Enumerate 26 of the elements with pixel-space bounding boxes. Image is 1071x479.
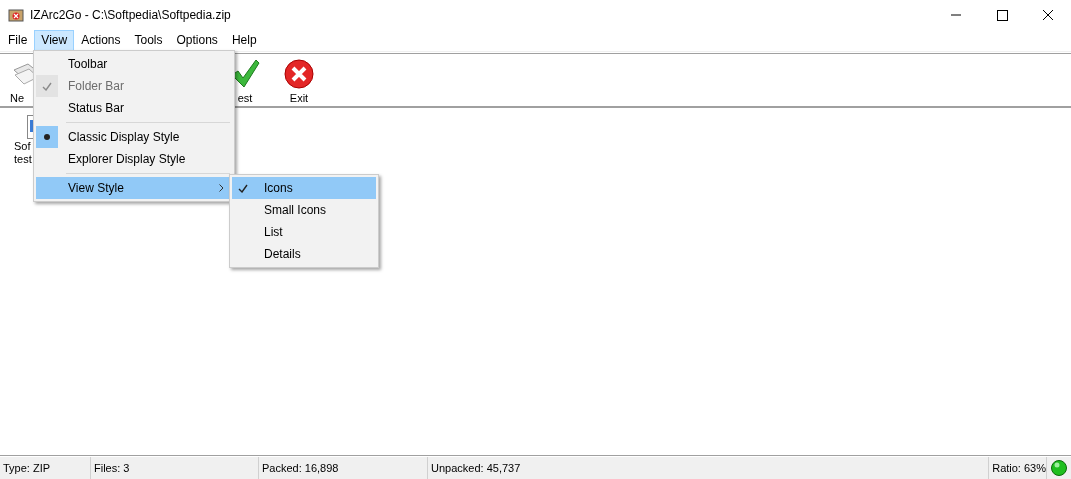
status-field: Packed: 16,898 xyxy=(259,457,428,479)
menu-item[interactable]: Classic Display Style xyxy=(36,126,232,148)
app-icon xyxy=(8,8,24,22)
menu-item[interactable]: Help xyxy=(224,30,264,51)
status-field: Type: ZIP xyxy=(0,457,91,479)
status-light-icon xyxy=(1051,460,1067,476)
toolbar-button[interactable]: Exit xyxy=(272,54,326,106)
file-name: test xyxy=(14,153,32,166)
menu-item[interactable]: File xyxy=(1,30,35,51)
status-field: Ratio: 63% xyxy=(989,457,1047,479)
menu-item[interactable]: List xyxy=(232,221,376,243)
menu-item[interactable]: Tools xyxy=(127,30,170,51)
menu-item[interactable]: Small Icons xyxy=(232,199,376,221)
status-field: Unpacked: 45,737 xyxy=(428,457,990,479)
menu-item[interactable]: View xyxy=(34,30,75,51)
status-field: Files: 3 xyxy=(91,457,259,479)
menu-item[interactable]: Explorer Display Style xyxy=(36,148,232,170)
window-title: IZArc2Go - C:\Softpedia\Softpedia.zip xyxy=(30,8,231,22)
close-icon xyxy=(283,58,315,90)
menu-item[interactable]: Actions xyxy=(74,30,128,51)
file-name: Sof xyxy=(14,140,31,153)
chevron-right-icon xyxy=(219,184,224,192)
menu-item[interactable]: Options xyxy=(169,30,225,51)
menu-item[interactable]: View Style xyxy=(36,177,232,199)
menu-item[interactable]: Icons xyxy=(232,177,376,199)
menu-item[interactable]: Details xyxy=(232,243,376,265)
